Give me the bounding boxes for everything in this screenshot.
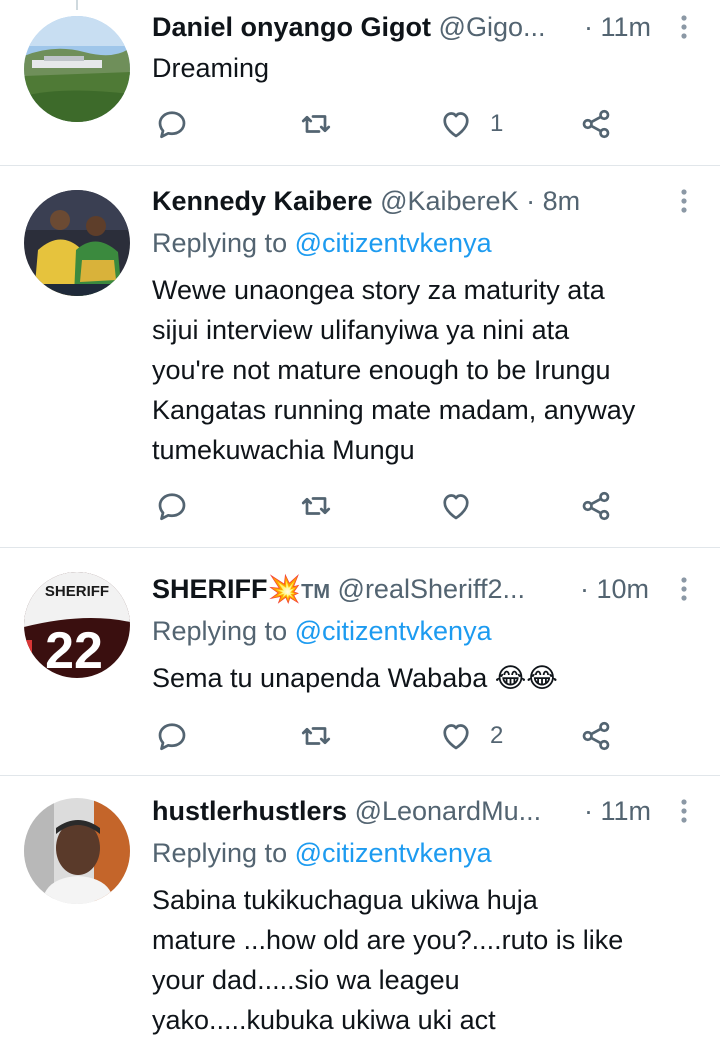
- reply-button[interactable]: [154, 486, 190, 526]
- display-name[interactable]: Kennedy Kaibere: [152, 186, 373, 216]
- retweet-button[interactable]: [298, 486, 334, 526]
- retweet-button[interactable]: [298, 716, 334, 756]
- tweet-header: Kennedy Kaibere @KaibereK · 8m: [152, 184, 696, 218]
- replying-to: Replying to @citizentvkenya: [152, 226, 492, 260]
- replying-to: Replying to @citizentvkenya: [152, 614, 492, 648]
- tweet-card[interactable]: Daniel onyango Gigot @Gigo... · 11m Drea…: [0, 0, 720, 166]
- timestamp[interactable]: 11m: [601, 796, 652, 826]
- share-icon: [582, 721, 610, 751]
- mention-link[interactable]: @citizentvkenya: [295, 616, 492, 646]
- retweet-icon: [301, 115, 331, 133]
- username[interactable]: @KaibereK: [380, 186, 518, 216]
- tweet-text: Sema tu unapenda Wababa 😂😂: [152, 663, 558, 693]
- more-vertical-icon[interactable]: [672, 572, 696, 606]
- avatar[interactable]: [24, 798, 130, 904]
- tweet-card[interactable]: Kennedy Kaibere @KaibereK · 8m Replying …: [0, 166, 720, 548]
- action-bar: [152, 486, 622, 526]
- like-count: 1: [490, 110, 504, 137]
- tweet-text: Wewe unaongea story za maturity ata siju…: [152, 275, 636, 465]
- display-name[interactable]: hustlerhustlers: [152, 796, 347, 826]
- display-name[interactable]: SHERIFF💥: [152, 574, 301, 604]
- avatar-number: 22: [45, 622, 103, 678]
- display-name[interactable]: Daniel onyango Gigot: [152, 12, 431, 42]
- avatar[interactable]: SHERIFF 22: [24, 572, 130, 678]
- reply-icon: [158, 111, 186, 139]
- tweet-header: hustlerhustlers @LeonardMu... · 11m: [152, 794, 696, 828]
- more-vertical-icon[interactable]: [672, 184, 696, 218]
- like-button[interactable]: 1: [438, 104, 503, 144]
- share-button[interactable]: [578, 104, 614, 144]
- like-button[interactable]: 2: [438, 716, 503, 756]
- share-icon: [582, 491, 610, 521]
- replying-to-label: Replying to: [152, 228, 295, 258]
- tweet-header: SHERIFF💥TM @realSheriff2... · 10m: [152, 572, 696, 606]
- heart-icon: [443, 112, 469, 138]
- separator-dot: ·: [584, 12, 593, 42]
- retweet-button[interactable]: [298, 104, 334, 144]
- separator-dot: ·: [584, 796, 593, 826]
- retweet-icon: [301, 497, 331, 515]
- timestamp[interactable]: 8m: [543, 186, 581, 216]
- heart-icon: [443, 494, 469, 520]
- tweet-text: Sabina tukikuchagua ukiwa huja mature ..…: [152, 885, 624, 1035]
- avatar[interactable]: [24, 190, 130, 296]
- tweet-card[interactable]: SHERIFF 22 SHERIFF💥TM @realSheriff2... ·…: [0, 548, 720, 776]
- share-button[interactable]: [578, 486, 614, 526]
- username[interactable]: @LeonardMu...: [355, 796, 542, 826]
- username[interactable]: @realSheriff2...: [338, 574, 526, 604]
- timestamp[interactable]: 10m: [597, 574, 650, 604]
- avatar-text-sheriff: SHERIFF: [45, 583, 109, 600]
- like-count: 2: [490, 722, 504, 749]
- display-name-suffix: TM: [301, 581, 331, 603]
- replying-to: Replying to @citizentvkenya: [152, 836, 492, 870]
- reply-icon: [158, 493, 186, 521]
- retweet-icon: [301, 727, 331, 745]
- like-button[interactable]: [438, 486, 490, 526]
- tweet-header: Daniel onyango Gigot @Gigo... · 11m: [152, 10, 696, 44]
- reply-button[interactable]: [154, 716, 190, 756]
- tweet-text: Dreaming: [152, 53, 270, 83]
- separator-dot: ·: [580, 574, 589, 604]
- reply-button[interactable]: [154, 104, 190, 144]
- reply-icon: [158, 723, 186, 751]
- more-vertical-icon[interactable]: [672, 10, 696, 44]
- avatar[interactable]: [24, 16, 130, 122]
- replying-to-label: Replying to: [152, 616, 295, 646]
- share-icon: [582, 109, 610, 139]
- action-bar: 2: [152, 716, 622, 756]
- username[interactable]: @Gigo...: [439, 12, 546, 42]
- separator-dot: ·: [526, 186, 536, 216]
- mention-link[interactable]: @citizentvkenya: [295, 228, 492, 258]
- mention-link[interactable]: @citizentvkenya: [295, 838, 492, 868]
- timestamp[interactable]: 11m: [601, 12, 652, 42]
- more-vertical-icon[interactable]: [672, 794, 696, 828]
- heart-icon: [443, 724, 469, 750]
- action-bar: 1: [152, 104, 622, 144]
- tweet-card[interactable]: hustlerhustlers @LeonardMu... · 11m Repl…: [0, 776, 720, 1062]
- replying-to-label: Replying to: [152, 838, 295, 868]
- share-button[interactable]: [578, 716, 614, 756]
